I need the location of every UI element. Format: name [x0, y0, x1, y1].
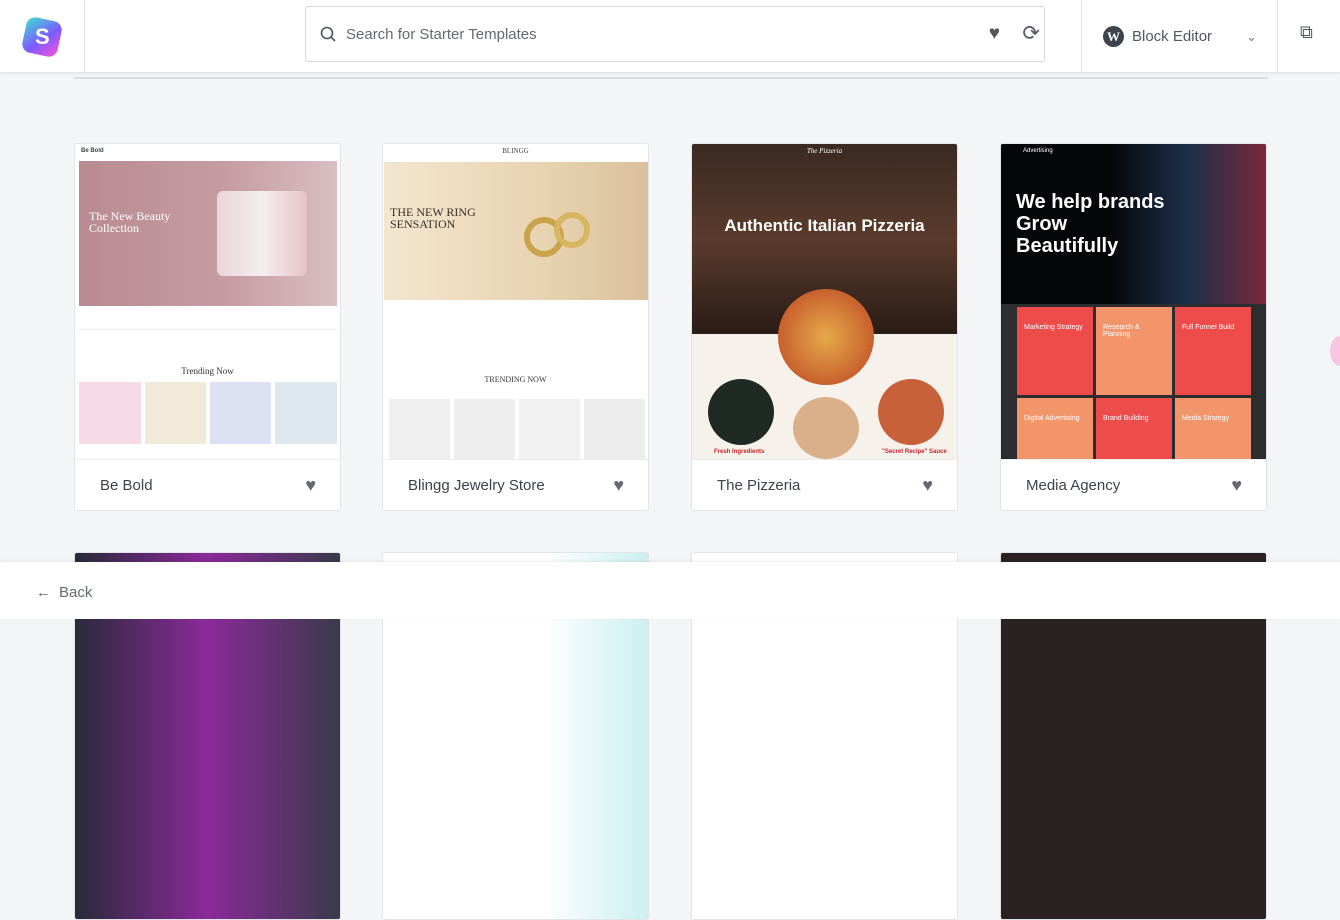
thumb-section: Trending Now	[181, 366, 234, 376]
thumb-tile: Media Strategy	[1175, 398, 1251, 459]
thumb-brand: Advertising	[1023, 148, 1053, 154]
wordpress-icon: W	[1103, 26, 1124, 47]
heart-icon[interactable]: ♥	[1231, 475, 1242, 496]
thumb-caption: "Secret Recipe" Sauce	[882, 449, 947, 455]
template-thumbnail: Be Bold The New Beauty Collection Trendi…	[75, 144, 340, 459]
page-builder-dropdown[interactable]: W Block Editor ⌄	[1081, 0, 1278, 73]
template-thumbnail: Advertising We help brands Grow Beautifu…	[1001, 144, 1266, 459]
thumb-tile: Full Funnel Build	[1175, 307, 1251, 395]
header: S ♥ ⟳ W Block Editor ⌄ ⧉	[0, 0, 1340, 73]
thumb-hero: Authentic Italian Pizzeria	[724, 216, 925, 235]
divider	[74, 77, 1268, 79]
thumb-hero: The New Beauty Collection	[89, 209, 171, 235]
thumb-brand: The Pizzeria	[806, 147, 843, 155]
chevron-down-icon: ⌄	[1246, 28, 1257, 44]
search-icon	[320, 26, 336, 42]
template-footer: Media Agency ♥	[1001, 459, 1266, 510]
sync-icon[interactable]: ⟳	[1022, 21, 1040, 46]
template-card-media-agency[interactable]: Advertising We help brands Grow Beautifu…	[1000, 143, 1267, 511]
template-thumbnail: BLINGG THE NEW RING SENSATION TRENDING N…	[383, 144, 648, 459]
template-footer: The Pizzeria ♥	[692, 459, 957, 510]
search-bar[interactable]: ♥ ⟳	[305, 6, 1045, 62]
heart-icon[interactable]: ♥	[922, 475, 933, 496]
template-name: Be Bold	[100, 477, 153, 494]
search-input[interactable]	[346, 25, 946, 43]
thumb-tile: Research & Planning	[1096, 307, 1172, 395]
template-footer: Be Bold ♥	[75, 459, 340, 510]
thumb-caption: Fresh Ingredients	[714, 449, 765, 455]
thumb-tile: Digital Advertising	[1017, 398, 1093, 459]
thumb-brand: BLINGG	[502, 147, 529, 155]
template-card-blingg[interactable]: BLINGG THE NEW RING SENSATION TRENDING N…	[382, 143, 649, 511]
back-button[interactable]: ← Back	[36, 584, 92, 601]
heart-icon[interactable]: ♥	[305, 475, 316, 496]
template-name: The Pizzeria	[717, 477, 801, 494]
thumb-section: TRENDING NOW	[484, 375, 547, 384]
heart-icon[interactable]: ♥	[989, 23, 1000, 45]
footer: ← Back	[0, 562, 1340, 619]
back-label: Back	[59, 584, 93, 601]
template-thumbnail: The Pizzeria Authentic Italian Pizzeria …	[692, 144, 957, 459]
template-footer: Blingg Jewelry Store ♥	[383, 459, 648, 510]
editor-label: Block Editor	[1132, 28, 1213, 45]
template-name: Blingg Jewelry Store	[408, 477, 545, 494]
template-card-be-bold[interactable]: Be Bold The New Beauty Collection Trendi…	[74, 143, 341, 511]
thumb-hero: We help brands Grow Beautifully	[1016, 191, 1165, 257]
starter-templates-logo[interactable]: S	[0, 0, 85, 73]
help-widget[interactable]	[1330, 336, 1340, 366]
arrow-left-icon: ←	[36, 584, 51, 601]
template-name: Media Agency	[1026, 477, 1121, 494]
external-link-icon[interactable]: ⧉	[1300, 22, 1313, 43]
thumb-hero: THE NEW RING SENSATION	[390, 205, 476, 231]
heart-icon[interactable]: ♥	[613, 475, 624, 496]
thumb-tile: Brand Building	[1096, 398, 1172, 459]
template-card-pizzeria[interactable]: The Pizzeria Authentic Italian Pizzeria …	[691, 143, 958, 511]
thumb-tile: Marketing Strategy	[1017, 307, 1093, 395]
thumb-brand: Be Bold	[81, 148, 104, 154]
